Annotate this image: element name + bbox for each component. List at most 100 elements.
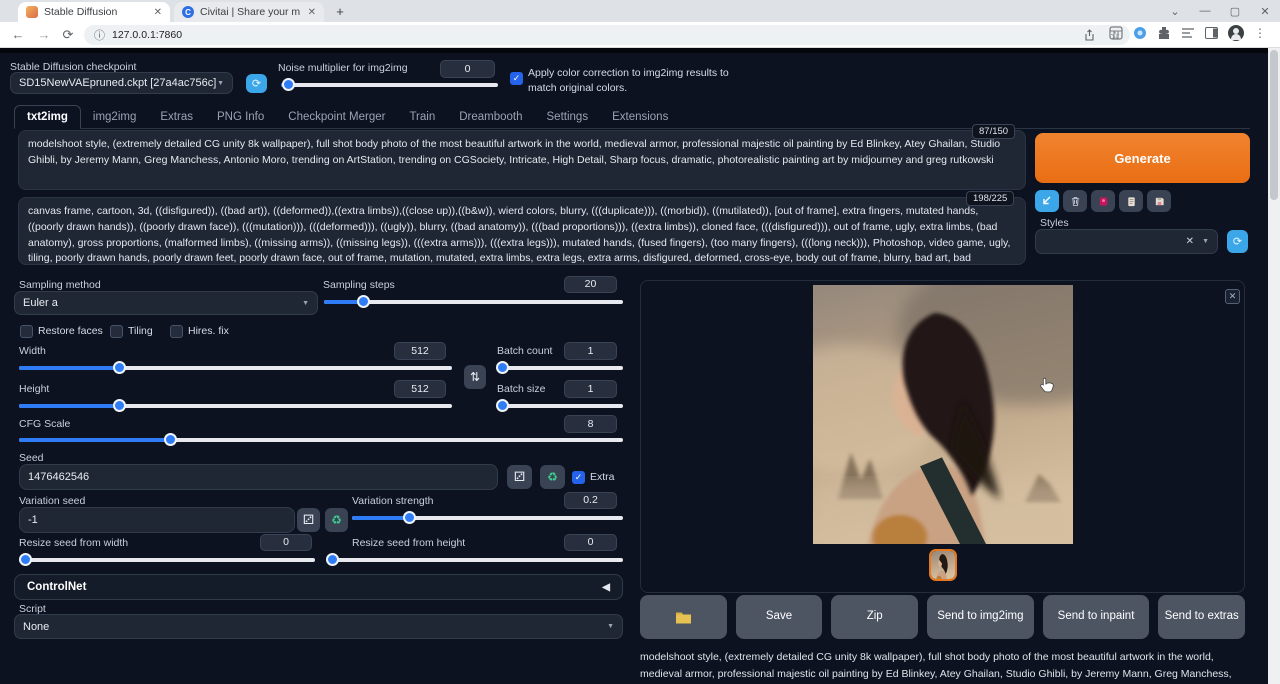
clear-prompt-trash-button[interactable] [1063,190,1087,212]
back-icon[interactable]: ← [8,25,28,45]
open-folder-button[interactable] [640,595,727,639]
noise-multiplier-slider[interactable] [281,78,498,92]
send-to-img2img-button[interactable]: Send to img2img [927,595,1034,639]
batch-size-label: Batch size [497,383,545,395]
tab-txt2img[interactable]: txt2img [14,105,81,129]
tab-checkpoint-merger[interactable]: Checkpoint Merger [276,106,397,128]
reading-list-icon[interactable] [1181,27,1195,39]
prompt-token-counter: 87/150 [972,124,1015,139]
checkpoint-dropdown[interactable]: SD15NewVAEpruned.ckpt [27a4ac756c] ▼ [10,72,233,94]
batch-size-input[interactable]: 1 [564,380,617,398]
save-style-button[interactable] [1147,190,1171,212]
tab-dreambooth[interactable]: Dreambooth [447,106,534,128]
profile-avatar[interactable] [1228,25,1244,41]
chrome-menu-chevron-icon[interactable]: ⌄ [1160,0,1190,22]
extra-seed-checkbox[interactable]: ✓ [572,471,585,484]
refresh-styles-button[interactable]: ⟳ [1227,230,1248,253]
refresh-checkpoint-button[interactable]: ⟳ [246,74,267,93]
variation-strength-input[interactable]: 0.2 [564,492,617,509]
reload-icon[interactable]: ⟳ [58,25,78,45]
page-scrollbar[interactable] [1268,48,1280,684]
generated-image[interactable] [813,285,1073,544]
random-seed-dice-button[interactable]: ⚂ [507,465,532,489]
share-icon[interactable] [1083,29,1096,42]
resize-seed-width-slider[interactable] [19,553,315,567]
batch-count-slider[interactable] [497,361,623,375]
seed-value: 1476462546 [28,471,89,483]
variation-reuse-seed-recycle-button[interactable]: ♻ [325,508,348,532]
hires-fix-checkbox[interactable] [170,325,183,338]
sampling-steps-slider[interactable] [324,295,623,309]
swap-dimensions-button[interactable]: ⇅ [464,365,486,389]
restore-faces-checkbox[interactable] [20,325,33,338]
styles-dropdown[interactable]: ✕ ▼ [1035,229,1218,254]
batch-size-slider[interactable] [497,399,623,413]
arrow-down-left-icon [1042,196,1052,206]
tiling-checkbox[interactable] [110,325,123,338]
variation-seed-input[interactable]: -1 [19,507,295,533]
variation-random-seed-dice-button[interactable]: ⚂ [297,508,320,532]
address-bar[interactable]: ⓘ 127.0.0.1:7860 ☆ [84,25,1130,45]
browser-tab-civitai[interactable]: C Civitai | Share your models ✕ [174,2,324,22]
tab-train[interactable]: Train [397,106,447,128]
tab-extras[interactable]: Extras [148,106,205,128]
minimize-window-button[interactable]: — [1190,0,1220,22]
sampling-steps-input[interactable]: 20 [564,276,617,293]
noise-multiplier-input[interactable]: 0 [440,60,495,78]
color-correction-checkbox[interactable]: ✓ [510,72,523,85]
width-input[interactable]: 512 [394,342,446,360]
height-input[interactable]: 512 [394,380,446,398]
side-panel-icon[interactable] [1205,27,1218,39]
height-slider[interactable] [19,399,452,413]
resize-seed-width-input[interactable]: 0 [260,534,312,551]
resize-seed-height-input[interactable]: 0 [564,534,617,551]
tab-img2img[interactable]: img2img [81,106,148,128]
zip-button[interactable]: Zip [831,595,918,639]
prompt-textarea[interactable]: modelshoot style, (extremely detailed CG… [18,130,1026,190]
screen: Stable Diffusion ✕ C Civitai | Share you… [0,0,1280,684]
cfg-scale-input[interactable]: 8 [564,415,617,433]
gallery-thumbnail-selected[interactable] [929,549,957,581]
cfg-scale-slider[interactable] [19,433,623,447]
close-window-button[interactable]: ✕ [1250,0,1280,22]
cfg-scale-label: CFG Scale [19,418,70,430]
apply-style-button[interactable] [1119,190,1143,212]
close-tab-icon[interactable]: ✕ [154,7,162,18]
generate-button[interactable]: Generate [1035,133,1250,183]
browser-menu-dots-icon[interactable]: ⋮ [1254,26,1266,40]
paste-params-arrow-button[interactable] [1035,190,1059,212]
sampling-method-dropdown[interactable]: Euler a ▼ [14,291,318,315]
extra-networks-button[interactable] [1091,190,1115,212]
new-tab-button[interactable]: + [332,4,348,20]
resize-seed-height-slider[interactable] [329,553,623,567]
stable-diffusion-favicon [26,6,38,18]
tab-png-info[interactable]: PNG Info [205,106,276,128]
forward-icon[interactable]: → [34,25,54,45]
seed-input[interactable]: 1476462546 [19,464,498,490]
browser-tab-stable-diffusion[interactable]: Stable Diffusion ✕ [18,2,170,22]
extension-badge-icon[interactable] [1133,26,1147,40]
save-button[interactable]: Save [736,595,823,639]
clear-styles-x-icon[interactable]: ✕ [1186,236,1194,247]
script-dropdown[interactable]: None ▼ [14,614,623,639]
reuse-seed-recycle-button[interactable]: ♻ [540,465,565,489]
send-to-inpaint-button[interactable]: Send to inpaint [1043,595,1150,639]
variation-strength-slider[interactable] [352,511,623,525]
apps-grid-icon[interactable] [1109,26,1123,40]
close-tab-icon[interactable]: ✕ [308,7,316,18]
extensions-puzzle-icon[interactable] [1157,26,1171,40]
close-gallery-icon[interactable]: ✕ [1225,289,1240,304]
controlnet-accordion[interactable]: ControlNet ◀ [14,574,623,600]
site-info-icon[interactable]: ⓘ [94,27,105,43]
negative-prompt-textarea[interactable]: canvas frame, cartoon, 3d, ((disfigured)… [18,197,1026,265]
batch-count-input[interactable]: 1 [564,342,617,360]
checkpoint-value: SD15NewVAEpruned.ckpt [27a4ac756c] [19,77,216,89]
maximize-window-button[interactable]: ▢ [1220,0,1250,22]
tab-extensions[interactable]: Extensions [600,106,680,128]
scrollbar-thumb[interactable] [1270,50,1278,200]
tab-settings[interactable]: Settings [535,106,601,128]
width-slider[interactable] [19,361,452,375]
browser-chrome: Stable Diffusion ✕ C Civitai | Share you… [0,0,1280,48]
script-value: None [23,621,49,633]
send-to-extras-button[interactable]: Send to extras [1158,595,1245,639]
